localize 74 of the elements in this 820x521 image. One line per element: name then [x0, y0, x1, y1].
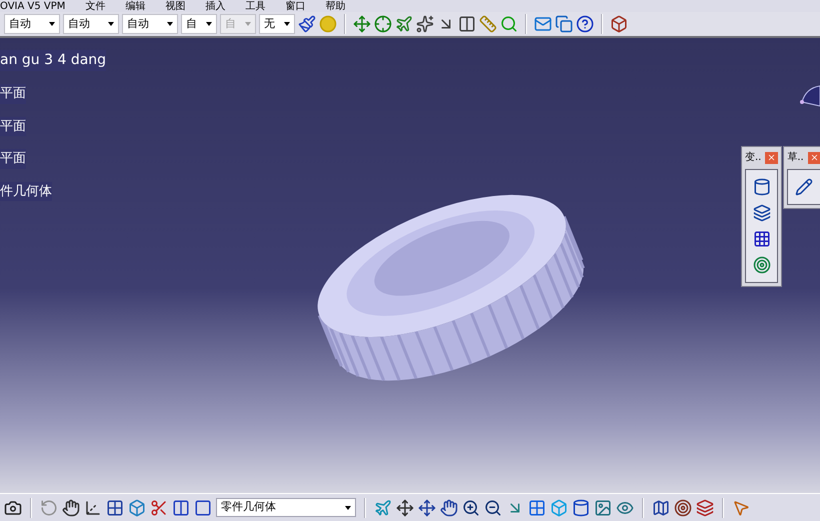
target-icon[interactable] — [674, 498, 692, 516]
plane-icon[interactable] — [395, 15, 413, 33]
caret-icon — [49, 22, 55, 26]
paintbrush-icon[interactable] — [298, 15, 316, 33]
toolbar-title: 草.. — [787, 150, 804, 165]
dropdown-value: 自动 — [68, 16, 90, 32]
body-selector-field[interactable]: 零件几何体 — [216, 498, 356, 517]
image-icon[interactable] — [594, 498, 612, 516]
menu-item[interactable]: OVIA V5 VPM — [0, 2, 66, 12]
caret-icon — [108, 22, 114, 26]
dropdown-value: 无 — [264, 16, 275, 32]
menu-item[interactable]: 编辑 — [125, 2, 146, 12]
pointer-icon[interactable] — [732, 498, 750, 516]
columns-icon[interactable] — [458, 15, 476, 33]
move-arrows-icon[interactable] — [396, 498, 414, 516]
axis-icon[interactable] — [84, 498, 102, 516]
dropdown-field[interactable]: 自动 — [63, 14, 119, 34]
toolbar-title: 变.. — [745, 150, 762, 165]
box-icon[interactable] — [128, 498, 146, 516]
square-icon[interactable] — [194, 498, 212, 516]
dropdown-value: 自动 — [127, 16, 149, 32]
caret-icon — [245, 22, 251, 26]
caret-icon — [345, 506, 351, 510]
tree-item[interactable]: 平面 — [0, 84, 26, 104]
move-arrows-icon[interactable] — [418, 498, 436, 516]
menu-item[interactable]: 窗口 — [285, 2, 306, 12]
caret-icon — [206, 22, 212, 26]
close-icon — [767, 153, 776, 162]
dropdown-value: 自动 — [9, 16, 31, 32]
envelope-icon[interactable] — [534, 15, 552, 33]
zoom-in-icon[interactable] — [462, 498, 480, 516]
cylinder-icon[interactable] — [752, 178, 771, 196]
grid-icon[interactable] — [752, 230, 771, 248]
tree-item[interactable]: an gu 3 4 dang — [0, 50, 106, 71]
menu-item[interactable]: 工具 — [245, 2, 266, 12]
dropdown-field[interactable]: 自动 — [122, 14, 178, 34]
copy-icon[interactable] — [555, 15, 573, 33]
tree-item[interactable]: 平面 — [0, 116, 26, 136]
dropdown-field[interactable]: 自动 — [4, 14, 60, 34]
map-icon[interactable] — [652, 498, 670, 516]
tree-item[interactable]: 件几何体 — [0, 182, 52, 201]
dropdown-value: 自 — [186, 16, 197, 32]
target-icon[interactable] — [752, 256, 771, 274]
dropdown-value: 自 — [225, 16, 236, 32]
layers-icon[interactable] — [752, 204, 771, 222]
grid-icon[interactable] — [528, 498, 546, 516]
help-icon[interactable] — [576, 15, 594, 33]
caret-icon — [284, 22, 290, 26]
cylinder-icon[interactable] — [572, 498, 590, 516]
grid-icon[interactable] — [106, 498, 124, 516]
menu-item[interactable]: 插入 — [205, 2, 226, 12]
menu-item[interactable]: 文件 — [85, 2, 106, 12]
dropdown-field[interactable]: 自 — [181, 14, 217, 34]
tree-item[interactable]: 平面 — [0, 149, 26, 168]
close-button[interactable] — [808, 152, 820, 164]
search-icon[interactable] — [500, 15, 518, 33]
caret-icon — [167, 22, 173, 26]
close-icon — [810, 153, 819, 162]
columns-icon[interactable] — [172, 498, 190, 516]
crosshair-icon[interactable] — [374, 15, 392, 33]
sparkle-icon[interactable] — [416, 15, 434, 33]
hand-icon[interactable] — [440, 498, 458, 516]
close-button[interactable] — [765, 152, 778, 164]
camera-icon[interactable] — [4, 498, 22, 516]
menu-item[interactable]: 视图 — [165, 2, 186, 12]
layers-icon[interactable] — [696, 498, 714, 516]
dropdown-field[interactable]: 无 — [259, 14, 295, 34]
selector-value: 零件几何体 — [221, 499, 276, 516]
pencil-icon[interactable] — [795, 178, 814, 196]
scissors-icon[interactable] — [150, 498, 168, 516]
zoom-out-icon[interactable] — [484, 498, 502, 516]
hand-icon[interactable] — [62, 498, 80, 516]
menu-item[interactable]: 帮助 — [325, 2, 346, 12]
box-icon[interactable] — [610, 15, 628, 33]
